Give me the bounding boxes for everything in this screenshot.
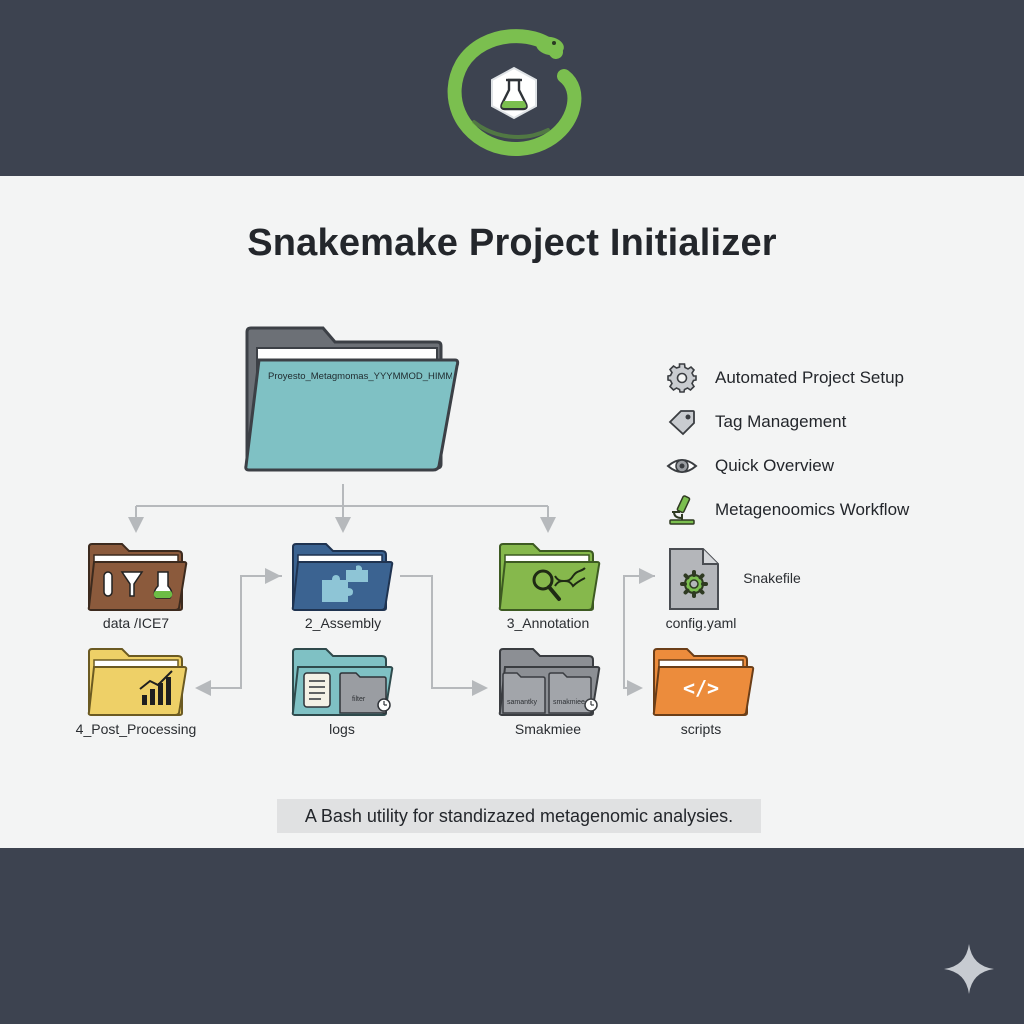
file-label-config: config.yaml bbox=[665, 615, 737, 631]
logs-inner-label: filter bbox=[352, 696, 366, 703]
annotation-folder-icon bbox=[498, 543, 601, 611]
folder-label-smakmiee: Smakmiee bbox=[514, 721, 582, 737]
feature-label-setup: Automated Project Setup bbox=[715, 368, 905, 387]
sparkle-icon bbox=[944, 944, 994, 994]
folder-label-annotation: 3_Annotation bbox=[506, 615, 590, 631]
code-icon: </> bbox=[682, 676, 720, 700]
root-folder-icon bbox=[244, 326, 460, 472]
logs-folder-icon bbox=[291, 648, 394, 716]
tag-icon bbox=[668, 410, 695, 436]
folder-label-assembly: 2_Assembly bbox=[304, 615, 382, 631]
feature-item: Automated Project Setup bbox=[666, 360, 1006, 394]
feature-label-tags: Tag Management bbox=[715, 412, 847, 431]
data-folder-icon bbox=[87, 543, 188, 611]
gear-icon bbox=[667, 363, 697, 393]
folder-label-logs: logs bbox=[329, 721, 355, 737]
folder-label-scripts: scripts bbox=[680, 721, 722, 737]
snakefile-gear-file-icon bbox=[669, 548, 719, 610]
smakmiee-folder-icon bbox=[498, 648, 601, 716]
feature-item: Tag Management bbox=[666, 404, 1006, 438]
assembly-folder-icon bbox=[291, 543, 394, 611]
caption-text: A Bash utility for standizazed metagenom… bbox=[277, 799, 761, 833]
microscope-icon bbox=[669, 495, 695, 525]
feature-item: Quick Overview bbox=[666, 448, 1006, 482]
file-label-snakefile: Snakefile bbox=[743, 570, 801, 586]
root-folder-label: Proyesto_Metagmomas_YYYMMOD_HIMMSS/ bbox=[268, 371, 452, 382]
folder-label-data: data /ICE7 bbox=[102, 615, 170, 631]
feature-label-workflow: Metagenoomics Workflow bbox=[715, 500, 910, 519]
eye-icon bbox=[666, 459, 698, 473]
post-processing-folder-icon bbox=[87, 648, 188, 716]
feature-item: Metagenoomics Workflow bbox=[666, 492, 1006, 526]
folder-label-post-processing: 4_Post_Processing bbox=[75, 721, 197, 737]
smakmiee-inner-label-2: smakmiee bbox=[553, 699, 585, 706]
smakmiee-inner-label-1: samantky bbox=[507, 699, 537, 706]
feature-label-overview: Quick Overview bbox=[715, 456, 835, 475]
